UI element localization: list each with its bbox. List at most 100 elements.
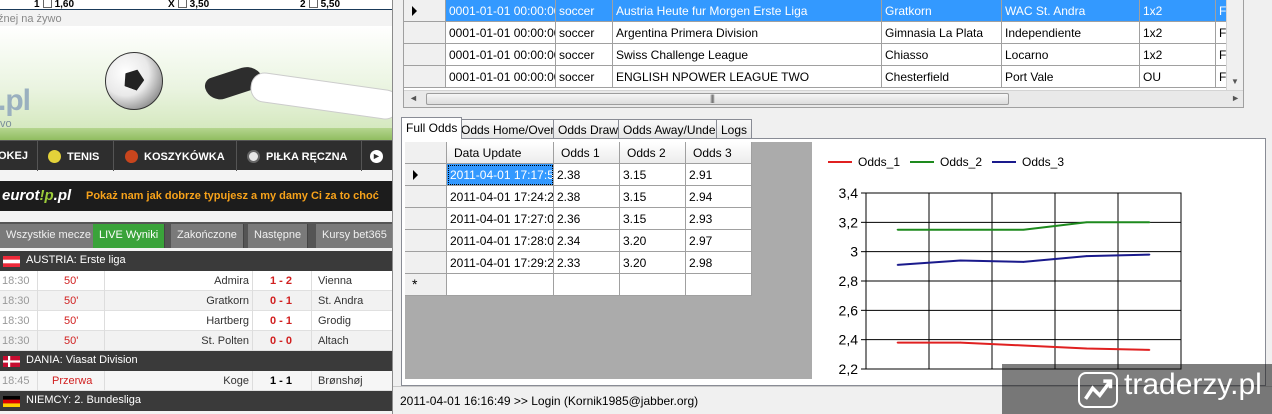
cell-away[interactable]: Independiente (1002, 22, 1140, 44)
match-grid-row[interactable]: 0001-01-01 00:00:00 soccer Argentina Prime… (404, 22, 1243, 44)
odds-strip-x[interactable]: X 3,50 (168, 0, 209, 10)
cell-away[interactable]: Locarno (1002, 44, 1140, 66)
cell-market[interactable]: 1x2 (1140, 22, 1216, 44)
cell-home[interactable]: Chesterfield (882, 66, 1002, 88)
tab-full-odds[interactable]: Full Odds (401, 117, 463, 139)
horizontal-scrollbar[interactable]: ◄ ||| ► (404, 90, 1243, 107)
row-header[interactable] (404, 0, 446, 22)
odds-cell[interactable]: 3.15 (620, 186, 686, 208)
odds-cell[interactable]: 2.94 (686, 186, 752, 208)
vertical-scrollbar[interactable]: ▼ (1226, 0, 1243, 90)
cell-market[interactable]: 1x2 (1140, 0, 1216, 22)
row-header[interactable] (404, 22, 446, 44)
column-header[interactable]: Odds 3 (686, 142, 752, 164)
row-header[interactable] (404, 66, 446, 88)
match-row[interactable]: 18:30 50' Admira 1 - 2 Vienna (0, 271, 392, 291)
odds-cell[interactable]: 2.97 (686, 230, 752, 252)
odds-grid-header[interactable]: Data Update Odds 1 Odds 2 Odds 3 (405, 142, 752, 164)
odds-grid-row[interactable]: 2011-04-01 17:28:00 2.34 3.20 2.97 (405, 230, 752, 252)
cell-league[interactable]: Swiss Challenge League (613, 44, 882, 66)
odds-grid-row[interactable]: 2011-04-01 17:27:00 2.36 3.15 2.93 (405, 208, 752, 230)
odds-cell[interactable]: 2.38 (554, 186, 620, 208)
match-grid-row[interactable]: 0001-01-01 00:00:00 soccer ENGLISH NPOWER … (404, 66, 1243, 88)
league-header[interactable]: DANIA: Viasat Division (0, 351, 392, 371)
match-grid-row[interactable]: 0001-01-01 00:00:00 soccer Austria Heute f… (404, 0, 1243, 22)
odds-cell[interactable]: 2.38 (554, 164, 620, 186)
odds-cell-empty[interactable] (686, 274, 752, 296)
cell-date[interactable]: 0001-01-01 00:00:00 (446, 66, 556, 88)
match-row[interactable]: 18:30 50' St. Polten 0 - 0 Altach (0, 331, 392, 351)
sport-nav-basketball[interactable]: KOSZYKÓWKA (125, 150, 225, 163)
cell-sport[interactable]: soccer (556, 44, 613, 66)
odds-strip-1[interactable]: 1 1,60 (34, 0, 74, 10)
sport-nav-next[interactable]: ► (370, 150, 383, 163)
tab-upcoming[interactable]: Następne (248, 224, 309, 248)
cell-date[interactable]: 0001-01-01 00:00:00 (446, 22, 556, 44)
cell-sport[interactable]: soccer (556, 0, 613, 22)
odds-grid-row[interactable]: 2011-04-01 17:29:20 2.33 3.20 2.98 (405, 252, 752, 274)
odds-cell[interactable]: 2011-04-01 17:28:00 (447, 230, 554, 252)
odds-cell[interactable]: 2011-04-01 17:24:22 (447, 186, 554, 208)
league-header[interactable]: NIEMCY: 2. Bundesliga (0, 391, 392, 411)
odds-cell[interactable]: 3.15 (620, 164, 686, 186)
tab-logs[interactable]: Logs (716, 119, 753, 139)
cell-league[interactable]: Austria Heute fur Morgen Erste Liga (613, 0, 882, 22)
match-row[interactable]: 18:45 Przerwa Koge 1 - 1 Brønshøj (0, 371, 392, 391)
odds-cell[interactable]: 3.15 (620, 208, 686, 230)
odds-cell-empty[interactable] (620, 274, 686, 296)
sport-nav-handball[interactable]: PIŁKA RĘCZNA (247, 150, 347, 163)
odds-cell[interactable]: 2.93 (686, 208, 752, 230)
match-grid-row[interactable]: 0001-01-01 00:00:00 soccer Swiss Challenge… (404, 44, 1243, 66)
sport-nav-tennis[interactable]: TENIS (48, 150, 99, 163)
row-header[interactable] (405, 230, 447, 252)
cell-home[interactable]: Gimnasia La Plata (882, 22, 1002, 44)
cell-away[interactable]: WAC St. Andra (1002, 0, 1140, 22)
tab-odds-draw[interactable]: Odds Draw (553, 119, 624, 139)
cell-home[interactable]: Chiasso (882, 44, 1002, 66)
odds-strip-2[interactable]: 2 5,50 (300, 0, 340, 10)
cell-date[interactable]: 0001-01-01 00:00:00 (446, 0, 556, 22)
match-row[interactable]: 18:30 50' Hartberg 0 - 1 Grodig (0, 311, 392, 331)
tab-bet365-odds[interactable]: Kursy bet365 (316, 224, 392, 248)
checkbox[interactable] (177, 0, 187, 8)
odds-cell[interactable]: 2.98 (686, 252, 752, 274)
checkbox[interactable] (308, 0, 318, 8)
promo-banner[interactable]: eurot!p.pl Pokaż nam jak dobrze typujesz… (0, 181, 392, 211)
row-header[interactable] (405, 208, 447, 230)
league-header[interactable]: AUSTRIA: Erste liga (0, 251, 392, 271)
tab-finished[interactable]: Zakończone (171, 224, 244, 248)
cell-sport[interactable]: soccer (556, 22, 613, 44)
row-header[interactable] (404, 44, 446, 66)
odds-cell[interactable]: 2011-04-01 17:29:20 (447, 252, 554, 274)
matches-grid[interactable]: 0001-01-01 00:00:00 soccer Austria Heute f… (403, 0, 1244, 108)
odds-cell[interactable]: 3.20 (620, 252, 686, 274)
cell-away[interactable]: Port Vale (1002, 66, 1140, 88)
cell-sport[interactable]: soccer (556, 66, 613, 88)
odds-cell[interactable]: 2.36 (554, 208, 620, 230)
corner-header[interactable] (405, 142, 447, 164)
odds-history-grid[interactable]: Data Update Odds 1 Odds 2 Odds 3 2011-04-01 … (405, 142, 812, 379)
checkbox[interactable] (42, 0, 52, 8)
odds-grid-row[interactable]: 2011-04-01 17:17:59 2.38 3.15 2.91 (405, 164, 752, 186)
row-header[interactable] (405, 252, 447, 274)
odds-cell[interactable]: 2.34 (554, 230, 620, 252)
row-header[interactable] (405, 186, 447, 208)
new-row-header[interactable]: * (405, 274, 447, 296)
scroll-right-icon[interactable]: ► (1231, 93, 1240, 103)
tab-live-results[interactable]: LIVE Wyniki (93, 224, 166, 248)
tab-all-matches[interactable]: Wszystkie mecze (0, 224, 98, 248)
cell-league[interactable]: ENGLISH NPOWER LEAGUE TWO (613, 66, 882, 88)
scroll-down-icon[interactable]: ▼ (1231, 77, 1239, 86)
cell-league[interactable]: Argentina Primera Division (613, 22, 882, 44)
column-header[interactable]: Odds 2 (620, 142, 686, 164)
odds-cell[interactable]: 3.20 (620, 230, 686, 252)
odds-grid-row[interactable]: 2011-04-01 17:24:22 2.38 3.15 2.94 (405, 186, 752, 208)
cell-home[interactable]: Gratkorn (882, 0, 1002, 22)
scroll-thumb[interactable]: ||| (426, 93, 1009, 105)
match-row[interactable]: 18:30 50' Gratkorn 0 - 1 St. Andra (0, 291, 392, 311)
odds-cell[interactable]: 2.91 (686, 164, 752, 186)
odds-cell[interactable]: 2011-04-01 17:17:59 (447, 164, 554, 186)
scroll-left-icon[interactable]: ◄ (409, 93, 418, 103)
column-header[interactable]: Odds 1 (554, 142, 620, 164)
cell-date[interactable]: 0001-01-01 00:00:00 (446, 44, 556, 66)
